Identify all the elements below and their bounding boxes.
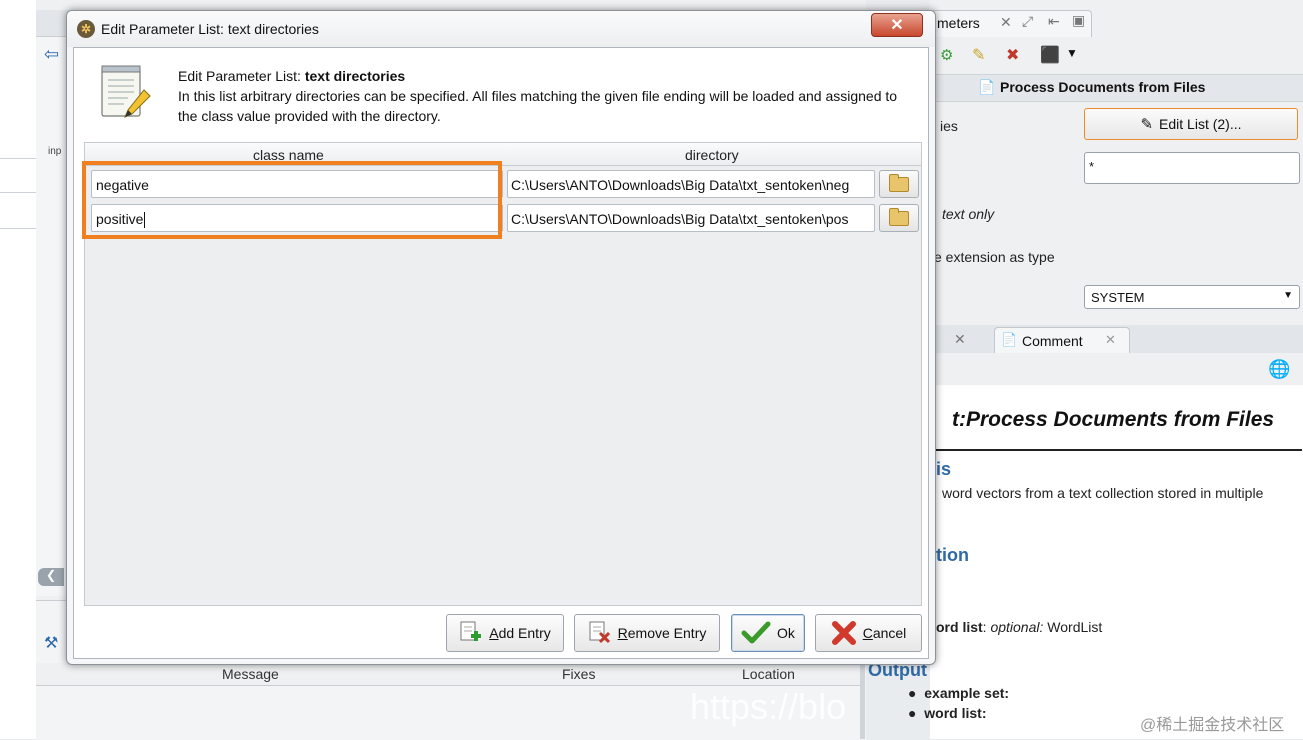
edit-parameter-list-dialog: ✲ Edit Parameter List: text directories … [66, 10, 936, 665]
input-port-name: ord list [936, 619, 983, 635]
directory-input[interactable]: C:\Users\ANTO\Downloads\Big Data\txt_sen… [507, 204, 875, 232]
watermark-text: https://blo [690, 686, 847, 727]
close-tab-icon[interactable]: ✕ [1105, 332, 1116, 348]
remove-entry-icon [589, 621, 610, 644]
file-pattern-input[interactable]: * [1084, 152, 1300, 184]
description-title-prefix: Edit Parameter List: [178, 68, 305, 84]
restore-icon[interactable]: ⇤ [1048, 13, 1060, 30]
ok-button[interactable]: Ok [731, 614, 805, 652]
maximize-icon[interactable]: ⤢ [1022, 13, 1033, 30]
help-heading-description: tion [936, 545, 969, 565]
cancel-x-icon [831, 621, 856, 645]
problems-header: Message Fixes Location [36, 663, 861, 686]
help-heading-synopsis: is [936, 459, 952, 479]
back-arrow-icon[interactable]: ⇦ [44, 44, 59, 65]
operator-title: Process Documents from Files [1000, 79, 1206, 95]
cancel-button[interactable]: Cancel [815, 614, 922, 652]
globe-icon[interactable]: 🌐 [1268, 359, 1290, 380]
dropdown-arrow-icon: ▼ [1283, 290, 1293, 301]
tab-parameters-label: meters [937, 15, 980, 31]
document-icon: 📄 [978, 79, 996, 95]
chevron-down-icon[interactable]: ▼ [1066, 46, 1078, 60]
description-text: In this list arbitrary directories can b… [178, 88, 898, 124]
ok-label: Ok [777, 625, 795, 641]
wrench-icon[interactable]: ⚒ [44, 633, 58, 653]
close-tab-icon[interactable]: ✕ [1000, 14, 1012, 31]
checkmark-icon [741, 621, 771, 644]
cancel-label: Cancel [862, 625, 907, 641]
help-title: t:Process Documents from Files [952, 408, 1275, 431]
remove-entry-button[interactable]: Remove Entry [574, 614, 720, 652]
description-title-bold: text directories [304, 68, 406, 84]
browse-folder-button[interactable] [879, 170, 919, 198]
folder-icon [889, 207, 909, 226]
dialog-title: Edit Parameter List: text directories [101, 21, 319, 37]
add-entry-button[interactable]: Add Entry [446, 614, 564, 652]
divider [0, 158, 36, 159]
divider [0, 192, 36, 193]
encoding-select[interactable]: SYSTEM ▼ [1084, 285, 1300, 309]
description-title: Edit Parameter List: text directories [178, 68, 405, 84]
left-panel [0, 0, 37, 739]
directory-input[interactable]: C:\Users\ANTO\Downloads\Big Data\txt_sen… [507, 170, 875, 198]
param-label-extension: e extension as type [934, 249, 1055, 265]
encoding-value: SYSTEM [1091, 290, 1145, 305]
port-label: inp [48, 146, 62, 157]
col-message: Message [222, 666, 279, 682]
param-label-text-directories: ies [940, 118, 958, 134]
help-synopsis-text: word vectors from a text collection stor… [942, 485, 1264, 501]
minimize-icon[interactable]: ▣ [1072, 12, 1085, 29]
help-input-item: ord list: optional: WordList [936, 619, 1103, 635]
add-entry-icon [460, 621, 482, 641]
add-entry-label: Add Entry [489, 625, 551, 641]
col-location: Location [742, 666, 795, 682]
help-toolbar: 🌐 [930, 353, 1303, 385]
output-example-set: example set [924, 685, 1005, 701]
source-watermark: @稀土掘金技术社区 [1140, 717, 1285, 734]
dialog-body: Edit Parameter List: text directories In… [73, 47, 929, 659]
divider [0, 228, 36, 229]
canvas-gutter: ⇦ inp ❮ [36, 36, 67, 596]
edit-icon[interactable]: ✎ [972, 45, 985, 65]
edit-list-button[interactable]: ✎ Edit List (2)... [1084, 108, 1298, 140]
folder-icon [889, 173, 909, 192]
help-output-item: ● example set: [908, 685, 1010, 701]
param-label-text-only: text only [942, 206, 995, 222]
browse-folder-button[interactable] [879, 204, 919, 232]
remove-icon[interactable]: ✖ [1006, 45, 1019, 65]
remove-entry-label: Remove Entry [617, 625, 707, 641]
notepad-pencil-icon [101, 65, 151, 118]
delete-icon[interactable]: ⬛ [1040, 45, 1060, 65]
input-type: WordList [1043, 619, 1103, 635]
help-divider [930, 449, 1302, 451]
expert-mode-icon[interactable]: ⚙ [940, 46, 953, 64]
comment-icon: 📄 [1001, 332, 1018, 347]
help-output-item: ● word list: [908, 705, 987, 721]
col-fixes: Fixes [562, 666, 596, 682]
edit-list-icon: ✎ [1140, 116, 1154, 133]
tab-comment-label: Comment [1022, 333, 1083, 349]
input-optional: optional: [990, 619, 1044, 635]
output-word-list: word list [924, 705, 982, 721]
app-logo-icon: ✲ [77, 20, 95, 38]
highlight-box [82, 161, 502, 239]
close-button[interactable]: ✕ [871, 13, 923, 37]
edit-list-label: Edit List (2)... [1159, 116, 1242, 132]
collapse-left-icon[interactable]: ❮ [38, 568, 64, 586]
parameters-toolbar: ⚙ ✎ ✖ ⬛ ▼ [930, 40, 1303, 70]
tab-comment[interactable]: 📄 Comment ✕ [994, 327, 1130, 353]
col-directory: directory [685, 147, 739, 163]
dialog-titlebar[interactable]: ✲ Edit Parameter List: text directories … [67, 11, 935, 47]
close-tab-icon[interactable]: ✕ [954, 331, 966, 348]
